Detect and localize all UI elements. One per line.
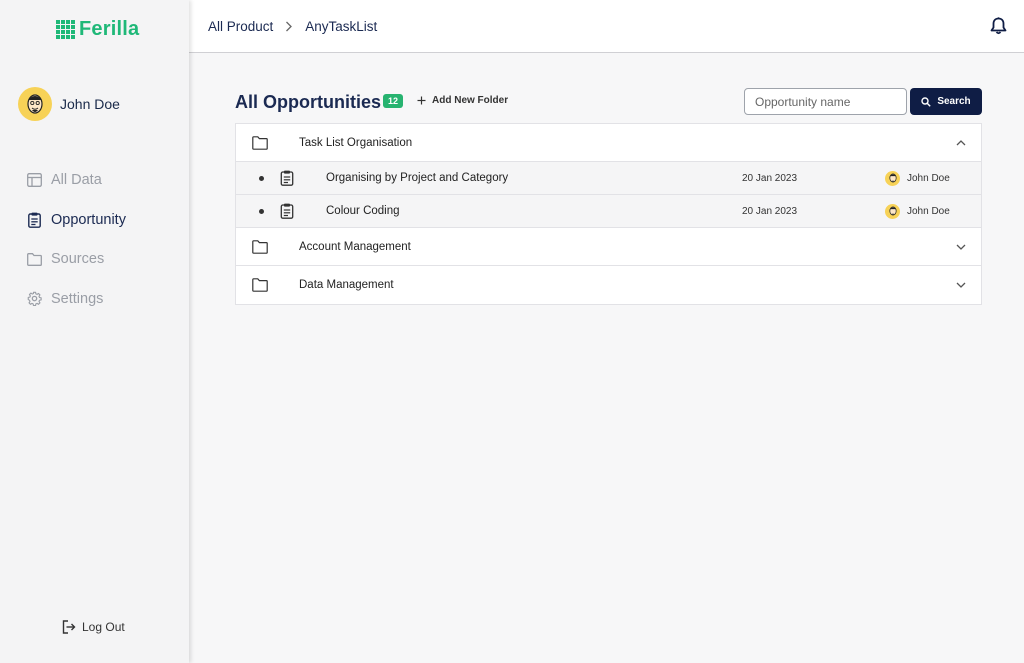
search-icon	[921, 96, 932, 107]
sidebar: Ferilla John Doe All Data Opportunity So…	[0, 0, 189, 663]
sidebar-item-label: Opportunity	[51, 211, 126, 228]
main-content: All Opportunities 12 Add New Folder Sear…	[235, 86, 982, 305]
page-title: All Opportunities	[235, 92, 381, 112]
plus-icon	[417, 96, 426, 105]
add-new-folder-label: Add New Folder	[432, 95, 509, 106]
task-row[interactable]: Colour Coding 20 Jan 2023 John Doe	[236, 195, 981, 228]
task-name: Colour Coding	[326, 205, 400, 217]
folder-icon	[252, 278, 268, 292]
search-input[interactable]	[744, 88, 907, 115]
logout-button[interactable]: Log Out	[62, 620, 125, 634]
table-icon	[26, 172, 42, 188]
logo-mark-icon	[56, 20, 75, 39]
chevron-up-icon[interactable]	[955, 137, 967, 149]
task-date: 20 Jan 2023	[742, 205, 798, 217]
sidebar-item-sources[interactable]: Sources	[26, 247, 126, 271]
search-button[interactable]: Search	[910, 88, 982, 115]
breadcrumb: All Product AnyTaskList	[208, 19, 377, 34]
folder-row-account-management[interactable]: Account Management	[236, 228, 981, 266]
breadcrumb-item-all-product[interactable]: All Product	[208, 19, 273, 34]
avatar-face-icon	[27, 94, 43, 114]
logo[interactable]: Ferilla	[56, 18, 139, 41]
folder-label: Data Management	[299, 279, 394, 291]
sidebar-nav: All Data Opportunity Sources Settings	[26, 168, 126, 326]
task-name: Organising by Project and Category	[326, 172, 509, 184]
logo-text: Ferilla	[79, 18, 140, 40]
clipboard-icon	[280, 203, 294, 219]
task-owner: John Doe	[885, 203, 950, 219]
folder-icon	[252, 240, 268, 254]
task-owner-name: John Doe	[907, 172, 950, 184]
opportunity-folder-list: Task List Organisation Organising by Pro…	[235, 123, 982, 305]
sidebar-item-label: Sources	[51, 251, 105, 267]
add-new-folder-button[interactable]: Add New Folder	[417, 95, 508, 106]
task-date: 20 Jan 2023	[742, 172, 798, 184]
folder-row-task-list-organisation[interactable]: Task List Organisation	[236, 124, 981, 162]
clipboard-icon	[26, 212, 42, 228]
search-button-label: Search	[937, 96, 971, 107]
count-badge: 12	[383, 94, 404, 108]
top-header: All Product AnyTaskList	[189, 0, 1024, 53]
title-row: All Opportunities 12 Add New Folder Sear…	[235, 86, 982, 116]
folder-row-data-management[interactable]: Data Management	[236, 266, 981, 304]
folder-label: Task List Organisation	[299, 136, 413, 149]
avatar	[18, 87, 52, 121]
folder-icon	[26, 251, 42, 267]
task-row[interactable]: Organising by Project and Category 20 Ja…	[236, 162, 981, 195]
logout-label: Log Out	[82, 620, 125, 634]
logout-icon	[62, 620, 76, 634]
chevron-right-icon	[285, 21, 293, 32]
chevron-down-icon[interactable]	[955, 241, 967, 253]
avatar	[885, 170, 900, 186]
folder-label: Account Management	[299, 240, 411, 253]
sidebar-item-label: All Data	[51, 172, 102, 188]
user-profile[interactable]: John Doe	[18, 87, 120, 121]
gear-icon	[26, 291, 42, 307]
profile-name: John Doe	[60, 96, 120, 112]
bullet-icon	[259, 175, 264, 181]
chevron-down-icon[interactable]	[955, 279, 967, 291]
bullet-icon	[259, 208, 264, 214]
breadcrumb-item-current[interactable]: AnyTaskList	[305, 19, 377, 34]
clipboard-icon	[280, 170, 294, 186]
task-owner-name: John Doe	[907, 205, 950, 217]
folder-icon	[252, 136, 268, 150]
sidebar-item-label: Settings	[51, 290, 104, 307]
task-owner: John Doe	[885, 170, 950, 186]
sidebar-item-settings[interactable]: Settings	[26, 287, 126, 311]
sidebar-item-opportunity[interactable]: Opportunity	[26, 208, 126, 232]
avatar	[885, 203, 900, 219]
bell-icon[interactable]	[990, 17, 1008, 35]
sidebar-item-all-data[interactable]: All Data	[26, 168, 126, 192]
